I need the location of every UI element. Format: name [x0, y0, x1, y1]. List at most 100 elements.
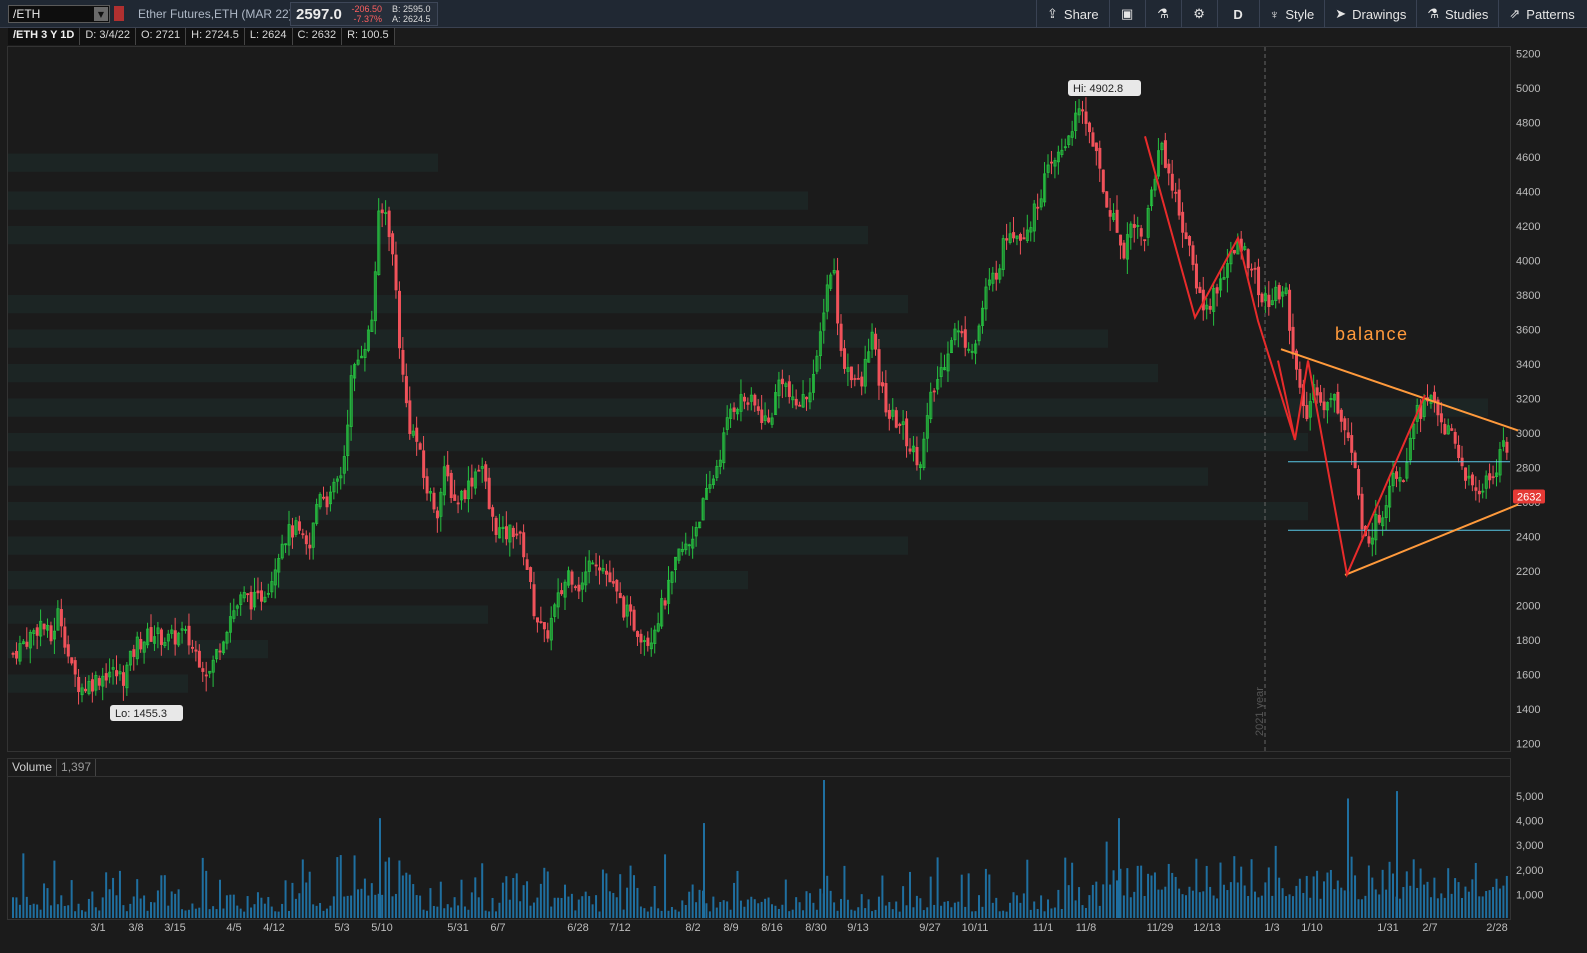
candle-body — [794, 398, 798, 406]
date-tick-label: 9/13 — [847, 922, 868, 934]
volume-bar — [1022, 893, 1025, 918]
price-tick-label: 3600 — [1516, 325, 1540, 337]
candle-body — [798, 404, 802, 407]
candle-body — [97, 678, 101, 686]
volume-bar — [795, 897, 798, 918]
volume-bar — [429, 888, 432, 918]
volume-bar — [909, 871, 911, 918]
price-tick-label: 3800 — [1516, 290, 1540, 302]
volume-bar — [1084, 907, 1087, 918]
volume-bar — [443, 908, 446, 918]
volume-bar — [388, 857, 391, 918]
volume-bar — [1340, 887, 1343, 918]
candle-body — [963, 329, 967, 348]
candle-body — [1439, 413, 1443, 423]
volume-bar — [381, 894, 384, 918]
volume-bar — [1250, 859, 1253, 918]
volume-bar — [681, 900, 684, 918]
candle-body — [408, 400, 412, 434]
volume-bar — [91, 891, 94, 918]
volume-bar — [1392, 873, 1394, 918]
candle-body — [887, 410, 891, 419]
volume-bar — [336, 857, 339, 918]
candle-body — [1305, 404, 1309, 420]
volume-bar — [1350, 856, 1353, 918]
candle-body — [304, 535, 308, 545]
volume-bar — [1081, 905, 1084, 918]
chart-canvas[interactable]: 5200 5000 4800 4600 4400 4200 4000 3800 3600 3400… — [0, 0, 1587, 953]
candle-body — [477, 469, 481, 472]
volume-bar — [895, 901, 898, 918]
candle-body — [1088, 122, 1092, 133]
volume-bar — [139, 898, 142, 918]
volume-bar — [246, 896, 249, 918]
candle-body — [839, 323, 843, 351]
candle-body — [259, 590, 263, 602]
volume-bar — [1050, 908, 1053, 918]
volume-bar — [281, 903, 284, 918]
volume-bar — [181, 909, 184, 918]
volume-bar — [601, 869, 604, 918]
date-tick-label: 6/28 — [567, 922, 588, 934]
candle-body — [787, 381, 791, 397]
volume-bar — [122, 905, 125, 918]
volume-bar — [1053, 907, 1056, 918]
candle-body — [1401, 480, 1405, 483]
candle-body — [11, 652, 15, 655]
volume-bar — [833, 902, 836, 918]
volume-bar — [294, 898, 297, 918]
volume-bar — [729, 909, 732, 918]
volume-bar — [874, 909, 877, 918]
candle-body — [484, 464, 488, 482]
candle-body — [218, 650, 222, 653]
last-price-marker-label: 2632 — [1517, 491, 1541, 503]
candle-body — [291, 525, 295, 538]
volume-bar — [118, 870, 121, 918]
volume-bar — [991, 902, 994, 918]
volume-bar — [777, 908, 780, 918]
candle-body — [1319, 392, 1323, 403]
candle-body — [646, 637, 650, 646]
volume-bar — [660, 910, 663, 918]
volume-bar — [1102, 884, 1105, 918]
volume-bar — [1015, 895, 1018, 918]
volume-bar — [953, 902, 956, 918]
volume-bar — [1381, 869, 1384, 918]
date-tick-label: 8/2 — [685, 922, 700, 934]
volume-bar — [36, 904, 39, 918]
volume-bar — [536, 897, 539, 918]
candle-body — [1012, 232, 1016, 239]
volume-bar — [860, 894, 863, 918]
candle-body — [418, 443, 422, 450]
volume-bar — [708, 911, 711, 918]
volume-bar — [1209, 886, 1212, 918]
volume-bar — [684, 905, 687, 918]
volume-bar — [1343, 890, 1346, 918]
volume-bar — [964, 906, 967, 918]
candle-body — [1188, 236, 1192, 246]
price-tick-label: 5200 — [1516, 49, 1540, 61]
candle-body — [449, 472, 453, 499]
candle-body — [536, 617, 540, 623]
volume-bar — [70, 880, 73, 918]
volume-profile-bar — [8, 536, 908, 555]
volume-bar — [788, 911, 791, 918]
candle-body — [397, 290, 401, 349]
volume-bar — [667, 910, 670, 918]
volume-bar — [626, 887, 629, 918]
volume-bar — [981, 906, 984, 918]
date-tick-label: 4/5 — [226, 922, 241, 934]
candle-body — [860, 376, 864, 387]
date-tick-label: 11/1 — [1033, 922, 1054, 934]
volume-bar — [1388, 861, 1391, 918]
candle-body — [884, 383, 888, 413]
volume-bar — [146, 910, 149, 918]
volume-bar — [1247, 895, 1250, 918]
volume-bar — [112, 877, 115, 918]
volume-bar — [812, 902, 815, 918]
volume-bar — [608, 891, 611, 918]
volume-bar — [419, 895, 422, 918]
candle-body — [618, 592, 622, 599]
candle-body — [1139, 228, 1143, 237]
volume-bar — [619, 874, 622, 918]
